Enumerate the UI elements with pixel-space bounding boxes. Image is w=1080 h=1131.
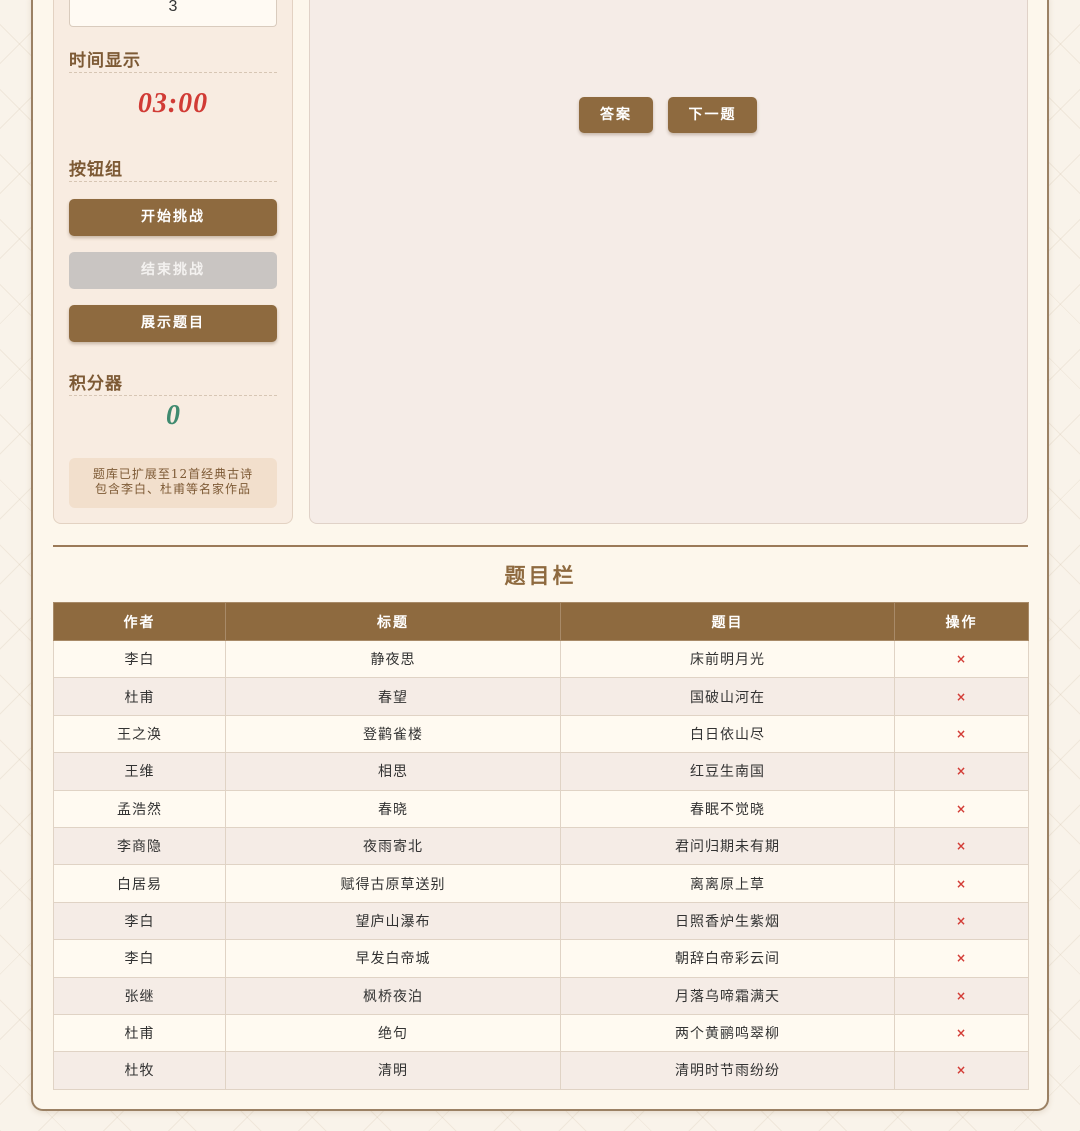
delete-icon[interactable]: × [956,802,967,816]
cell-question: 两个黄鹂鸣翠柳 [560,1013,895,1053]
cell-title: 登鹳雀楼 [225,714,561,754]
delete-icon[interactable]: × [956,877,967,891]
cell-question: 春眠不觉晓 [560,789,895,828]
cell-question: 床前明月光 [560,639,895,679]
cell-question: 白日依山尽 [560,714,895,754]
next-question-button[interactable]: 下一题 [668,97,757,133]
cell-title: 春望 [225,677,561,716]
delete-icon[interactable]: × [956,764,967,778]
cell-question: 月落乌啼霜满天 [560,976,895,1015]
score-section-title: 积分器 [69,369,277,396]
cell-title: 静夜思 [225,639,561,679]
cell-action: × [894,901,1029,941]
cell-action: × [894,639,1029,679]
cell-title: 望庐山瀑布 [225,901,561,941]
cell-author: 王之涣 [53,714,226,754]
start-challenge-button[interactable]: 开始挑战 [69,199,277,236]
cell-question: 离离原上草 [560,864,895,903]
table-header-row: 作者 标题 题目 操作 [53,602,1029,641]
column-header-author: 作者 [53,602,226,641]
table-row: 李白 早发白帝城 朝辞白帝彩云间 × [53,939,1029,978]
cell-author: 张继 [53,976,226,1015]
table-row: 张继 枫桥夜泊 月落乌啼霜满天 × [53,976,1029,1015]
cell-question: 国破山河在 [560,677,895,716]
cell-action: × [894,1013,1029,1053]
column-header-question: 题目 [560,602,895,641]
cell-author: 李白 [53,639,226,679]
cell-question: 日照香炉生紫烟 [560,901,895,941]
table-row: 李白 静夜思 床前明月光 × [53,639,1029,679]
cell-title: 夜雨寄北 [225,826,561,866]
table-row: 杜牧 清明 清明时节雨纷纷 × [53,1051,1029,1090]
cell-action: × [894,1051,1029,1090]
delete-icon[interactable]: × [956,652,967,666]
cell-action: × [894,864,1029,903]
cell-action: × [894,752,1029,791]
delete-icon[interactable]: × [956,1026,967,1040]
cell-title: 赋得古原草送别 [225,864,561,903]
cell-title: 早发白帝城 [225,939,561,978]
cell-author: 杜甫 [53,677,226,716]
cell-action: × [894,939,1029,978]
end-challenge-button[interactable]: 结束挑战 [69,252,277,289]
delete-icon[interactable]: × [956,914,967,928]
cell-author: 白居易 [53,864,226,903]
section-divider [53,545,1028,547]
cell-action: × [894,677,1029,716]
delete-icon[interactable]: × [956,951,967,965]
table-row: 王之涣 登鹳雀楼 白日依山尽 × [53,714,1029,754]
cell-title: 绝句 [225,1013,561,1053]
cell-author: 杜牧 [53,1051,226,1090]
cell-author: 杜甫 [53,1013,226,1053]
question-count-input[interactable]: 3 [69,0,277,27]
cell-author: 李白 [53,939,226,978]
question-list-title: 题目栏 [504,563,577,588]
cell-author: 李商隐 [53,826,226,866]
delete-icon[interactable]: × [956,727,967,741]
delete-icon[interactable]: × [956,839,967,853]
cell-action: × [894,826,1029,866]
score-display: 0 [166,400,180,431]
cell-title: 相思 [225,752,561,791]
cell-question: 红豆生南国 [560,752,895,791]
cell-author: 王维 [53,752,226,791]
note-line-2: 包含李白、杜甫等名家作品 [94,482,251,496]
table-row: 李白 望庐山瀑布 日照香炉生紫烟 × [53,901,1029,941]
delete-icon[interactable]: × [956,690,967,704]
table-row: 杜甫 春望 国破山河在 × [53,677,1029,716]
question-display-panel [309,0,1028,524]
cell-question: 清明时节雨纷纷 [560,1051,895,1090]
cell-question: 朝辞白帝彩云间 [560,939,895,978]
column-header-action: 操作 [894,602,1029,641]
cell-action: × [894,789,1029,828]
table-row: 白居易 赋得古原草送别 离离原上草 × [53,864,1029,903]
cell-author: 李白 [53,901,226,941]
cell-title: 清明 [225,1051,561,1090]
column-header-title: 标题 [225,602,561,641]
question-table: 作者 标题 题目 操作 李白 静夜思 床前明月光 × 杜甫 春望 国破山河在 ×… [53,602,1029,1090]
note-line-1: 题库已扩展至12首经典古诗 [92,467,254,481]
button-group-title: 按钮组 [69,155,277,182]
question-bank-note: 题库已扩展至12首经典古诗 包含李白、杜甫等名家作品 [69,458,277,508]
table-row: 李商隐 夜雨寄北 君问归期未有期 × [53,826,1029,866]
timer-display: 03:00 [137,88,209,119]
delete-icon[interactable]: × [956,1063,967,1077]
delete-icon[interactable]: × [956,989,967,1003]
answer-button[interactable]: 答案 [579,97,653,133]
table-row: 杜甫 绝句 两个黄鹂鸣翠柳 × [53,1013,1029,1053]
cell-author: 孟浩然 [53,789,226,828]
table-row: 王维 相思 红豆生南国 × [53,752,1029,791]
cell-title: 春晓 [225,789,561,828]
show-question-button[interactable]: 展示题目 [69,305,277,342]
cell-action: × [894,976,1029,1015]
cell-title: 枫桥夜泊 [225,976,561,1015]
cell-action: × [894,714,1029,754]
time-section-title: 时间显示 [69,46,277,73]
table-row: 孟浩然 春晓 春眠不觉晓 × [53,789,1029,828]
cell-question: 君问归期未有期 [560,826,895,866]
